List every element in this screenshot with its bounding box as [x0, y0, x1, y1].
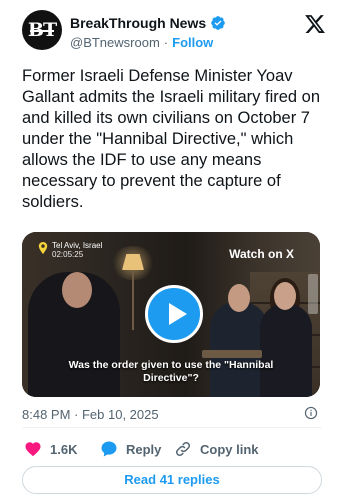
- table: [202, 350, 262, 358]
- interviewee-head: [62, 272, 92, 308]
- location-pin-icon: [38, 242, 48, 254]
- interviewer-head: [228, 284, 250, 312]
- follow-button[interactable]: Follow: [172, 35, 213, 50]
- tweet-embed-card: BT BreakThrough News @BTnewsroom · Follo…: [0, 0, 344, 500]
- tweet-text: Former Israeli Defense Minister Yoav Gal…: [22, 67, 321, 211]
- heart-icon: [25, 442, 41, 457]
- copy-link-button[interactable]: Copy link: [174, 440, 259, 458]
- avatar-logo-text: BT: [22, 10, 62, 50]
- tweet-header: BT BreakThrough News @BTnewsroom · Follo…: [22, 10, 326, 58]
- copy-link-label: Copy link: [200, 441, 259, 457]
- tweet-timestamp[interactable]: 8:48 PM · Feb 10, 2025: [22, 407, 159, 422]
- video-player[interactable]: Tel Aviv, Israel 02:05:25 Watch on X Was…: [22, 232, 320, 397]
- channel-strip: [308, 274, 318, 314]
- x-logo-icon[interactable]: [304, 13, 326, 35]
- name-row: BreakThrough News: [70, 14, 226, 32]
- info-icon[interactable]: [304, 406, 318, 420]
- interviewer-head-2: [274, 282, 296, 310]
- reply-button[interactable]: Reply: [100, 440, 161, 458]
- play-button-icon[interactable]: [145, 285, 203, 343]
- reply-bubble-icon: [101, 441, 117, 457]
- location-text-block: Tel Aviv, Israel 02:05:25: [52, 241, 102, 259]
- divider: [22, 427, 322, 428]
- account-handle[interactable]: @BTnewsroom: [70, 35, 160, 50]
- like-button[interactable]: 1.6K: [24, 440, 77, 458]
- link-icon: [175, 441, 191, 457]
- account-name[interactable]: BreakThrough News: [70, 15, 206, 31]
- location-label: Tel Aviv, Israel: [52, 241, 103, 250]
- handle-row: @BTnewsroom · Follow: [70, 35, 213, 50]
- lamp-pole: [132, 270, 134, 330]
- avatar[interactable]: BT: [22, 10, 62, 50]
- verified-badge-icon: [211, 16, 225, 30]
- separator-dot: ·: [163, 35, 169, 50]
- watch-on-x-link[interactable]: Watch on X: [229, 247, 294, 261]
- action-bar: 1.6K Reply Copy link: [22, 440, 322, 460]
- like-count: 1.6K: [50, 441, 78, 457]
- reply-label: Reply: [126, 441, 162, 457]
- read-replies-button[interactable]: Read 41 replies: [22, 466, 322, 494]
- timecode: 02:05:25: [52, 250, 84, 259]
- location-tag: Tel Aviv, Israel 02:05:25: [38, 241, 102, 259]
- video-subtitle: Was the order given to use the "Hannibal…: [68, 359, 274, 384]
